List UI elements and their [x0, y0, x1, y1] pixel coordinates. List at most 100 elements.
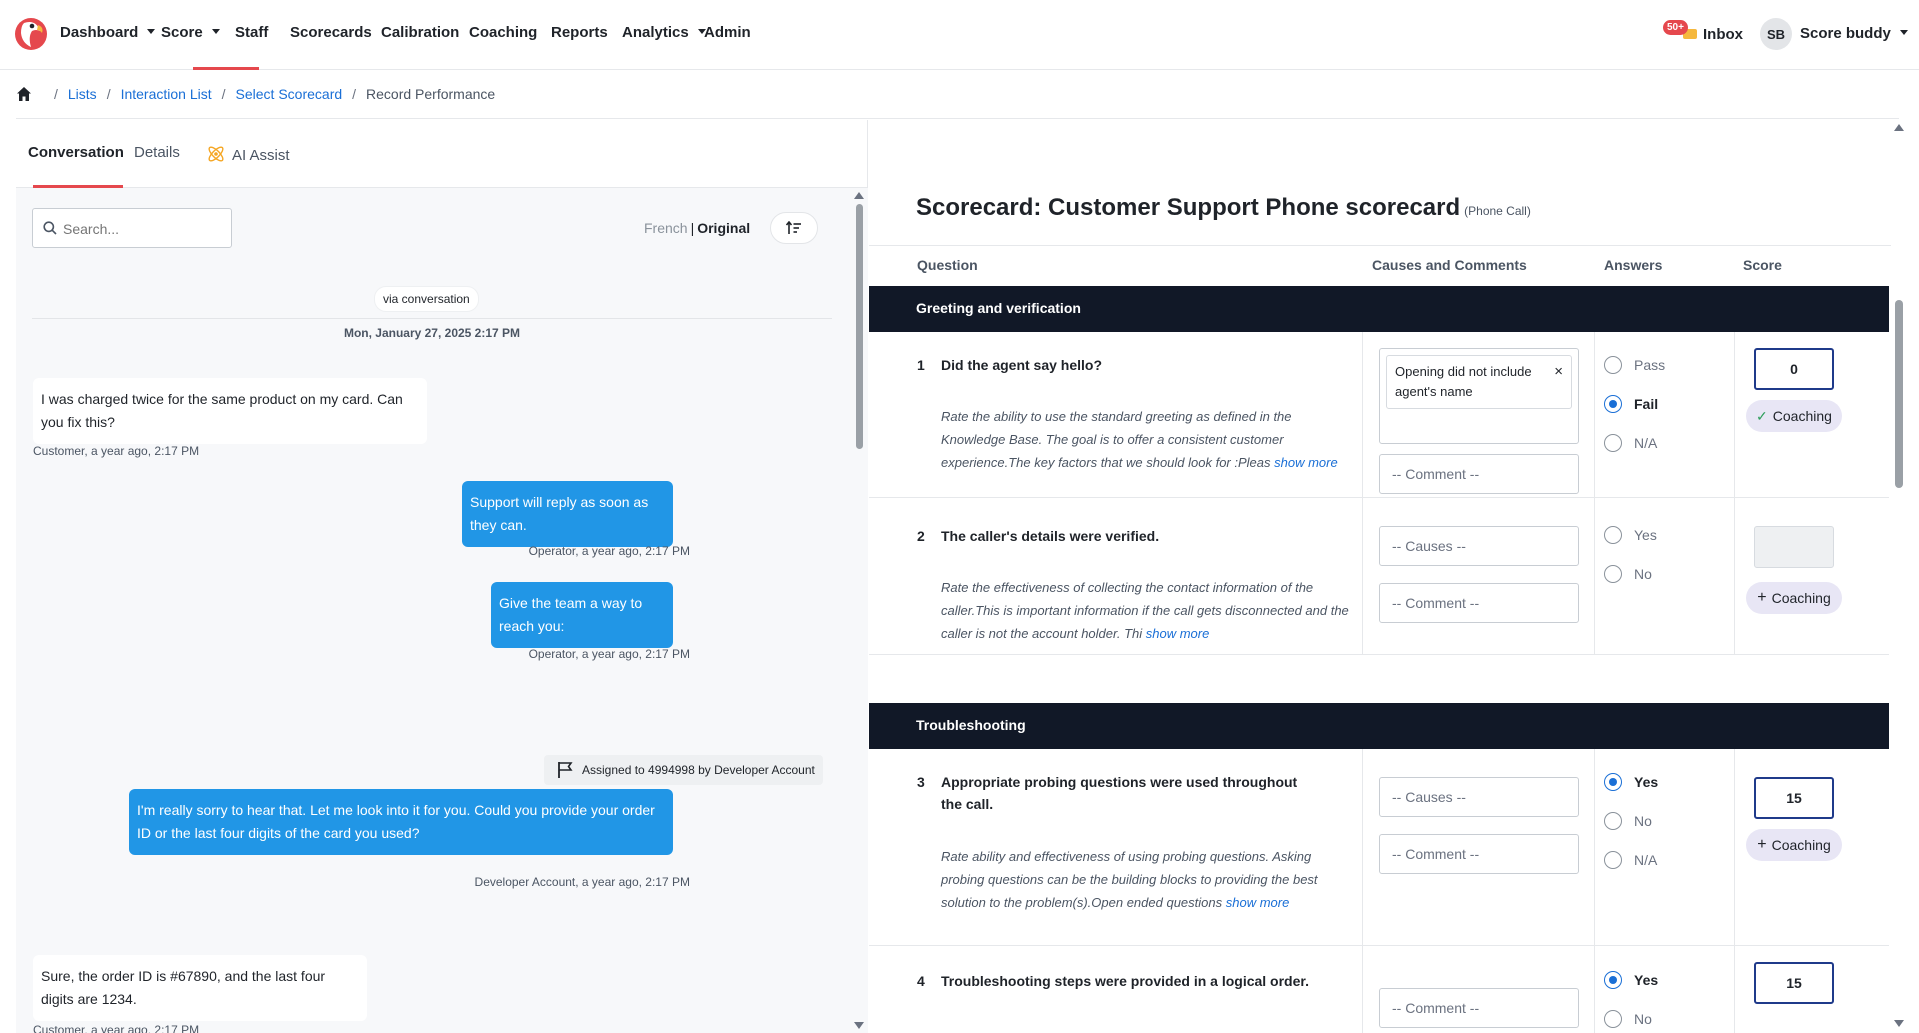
radio-icon[interactable]	[1604, 565, 1622, 583]
avatar[interactable]: SB	[1760, 18, 1792, 50]
column-header-causes: Causes and Comments	[1372, 257, 1527, 273]
radio-icon[interactable]	[1604, 526, 1622, 544]
user-menu[interactable]: Score buddy	[1800, 25, 1908, 42]
sort-icon	[786, 221, 801, 234]
conversation-search[interactable]	[32, 208, 232, 248]
radio-icon[interactable]	[1604, 812, 1622, 830]
nav-active-indicator	[193, 67, 259, 70]
answer-option-fail[interactable]: Fail	[1604, 395, 1658, 413]
nav-reports[interactable]: Reports	[551, 24, 608, 41]
breadcrumb-separator: /	[106, 86, 111, 102]
nav-coaching[interactable]: Coaching	[469, 24, 537, 41]
close-icon[interactable]: ×	[1554, 362, 1563, 382]
answer-option-yes[interactable]: Yes	[1604, 526, 1657, 544]
question-number: 3	[917, 774, 925, 790]
breadcrumb-separator: /	[221, 86, 226, 102]
message-meta: Customer, a year ago, 2:17 PM	[33, 1023, 200, 1033]
add-coaching-button[interactable]: + Coaching	[1746, 582, 1842, 614]
question-row: 3 Appropriate probing questions were use…	[869, 749, 1889, 946]
radio-selected-icon[interactable]	[1604, 395, 1622, 413]
question-text: Did the agent say hello?	[941, 357, 1103, 373]
sort-button[interactable]	[770, 212, 818, 244]
nav-staff[interactable]: Staff	[235, 24, 268, 41]
breadcrumb-separator: /	[54, 86, 58, 102]
nav-score[interactable]: Score	[161, 24, 220, 41]
score-field[interactable]	[1754, 526, 1834, 568]
scroll-up-icon[interactable]	[1894, 124, 1904, 131]
comment-field[interactable]: -- Comment --	[1379, 834, 1579, 874]
nav-scorecards[interactable]: Scorecards	[290, 24, 372, 41]
scorecard-panel: Scorecard: Customer Support Phone scorec…	[869, 120, 1919, 1033]
parrot-logo-icon[interactable]	[14, 17, 48, 51]
score-field[interactable]: 15	[1754, 777, 1834, 819]
question-row: 4 Troubleshooting steps were provided in…	[869, 946, 1889, 1033]
message-operator: I'm really sorry to hear that. Let me lo…	[129, 789, 673, 855]
causes-select[interactable]: -- Causes --	[1379, 777, 1579, 817]
scroll-up-icon[interactable]	[854, 192, 864, 199]
chevron-down-icon	[211, 29, 220, 34]
lang-translated[interactable]: French	[644, 220, 688, 236]
scorecard-scrollbar[interactable]	[1891, 120, 1906, 1033]
breadcrumb-lists[interactable]: Lists	[68, 86, 97, 102]
show-more-link[interactable]: show more	[1274, 455, 1338, 470]
conversation-thread[interactable]: French|Original via conversation Mon, Ja…	[16, 188, 868, 1033]
search-input[interactable]	[63, 217, 223, 241]
coaching-button[interactable]: ✓ Coaching	[1746, 400, 1842, 432]
score-field[interactable]: 15	[1754, 962, 1834, 1004]
language-toggle[interactable]: French | Original	[644, 220, 750, 236]
nav-calibration[interactable]: Calibration	[381, 24, 459, 41]
plus-icon: +	[1757, 589, 1767, 606]
nav-analytics[interactable]: Analytics	[622, 24, 706, 41]
radio-icon[interactable]	[1604, 851, 1622, 869]
radio-icon[interactable]	[1604, 356, 1622, 374]
tab-ai-assist[interactable]: AI Assist	[206, 144, 290, 164]
radio-selected-icon[interactable]	[1604, 773, 1622, 791]
tab-conversation[interactable]: Conversation	[28, 144, 124, 161]
causes-select[interactable]: -- Causes --	[1379, 526, 1579, 566]
nav-dashboard[interactable]: Dashboard	[60, 24, 156, 41]
score-field[interactable]: 0	[1754, 348, 1834, 390]
search-icon	[43, 221, 57, 235]
breadcrumb-select-scorecard[interactable]: Select Scorecard	[236, 86, 343, 102]
message-customer: I was charged twice for the same product…	[33, 378, 427, 444]
scroll-down-icon[interactable]	[854, 1022, 864, 1029]
answer-option-na[interactable]: N/A	[1604, 434, 1657, 452]
scrollbar-thumb[interactable]	[1895, 300, 1903, 488]
message-meta: Operator, a year ago, 2:17 PM	[528, 544, 690, 558]
answer-option-no[interactable]: No	[1604, 812, 1652, 830]
radio-selected-icon[interactable]	[1604, 971, 1622, 989]
answer-option-no[interactable]: No	[1604, 565, 1652, 583]
scrollbar-thumb[interactable]	[856, 204, 863, 449]
conversation-scrollbar[interactable]	[851, 188, 866, 1033]
question-number: 2	[917, 528, 925, 544]
home-icon[interactable]	[16, 86, 32, 102]
breadcrumb-divider	[16, 118, 1899, 119]
message-operator: Give the team a way to reach you:	[491, 582, 673, 648]
divider	[869, 245, 1891, 246]
show-more-link[interactable]: show more	[1226, 895, 1290, 910]
breadcrumb-interaction-list[interactable]: Interaction List	[121, 86, 212, 102]
radio-icon[interactable]	[1604, 1010, 1622, 1028]
lang-original[interactable]: Original	[697, 220, 750, 236]
add-coaching-button[interactable]: + Coaching	[1746, 829, 1842, 861]
radio-icon[interactable]	[1604, 434, 1622, 452]
answer-option-yes[interactable]: Yes	[1604, 773, 1658, 791]
answer-option-pass[interactable]: Pass	[1604, 356, 1665, 374]
nav-admin[interactable]: Admin	[704, 24, 751, 41]
column-header-question: Question	[917, 257, 978, 273]
comment-field[interactable]: -- Comment --	[1379, 988, 1579, 1028]
answer-option-na[interactable]: N/A	[1604, 851, 1657, 869]
section-header: Greeting and verification	[869, 286, 1889, 332]
show-more-link[interactable]: show more	[1146, 626, 1210, 641]
answer-option-no[interactable]: No	[1604, 1010, 1652, 1028]
inbox-label: Inbox	[1703, 26, 1743, 43]
comment-field[interactable]: -- Comment --	[1379, 583, 1579, 623]
question-row: 1 Did the agent say hello? Rate the abil…	[869, 332, 1889, 498]
comment-field[interactable]: -- Comment --	[1379, 454, 1579, 494]
causes-select[interactable]: Opening did not include agent's name ×	[1379, 348, 1579, 444]
tab-details[interactable]: Details	[134, 144, 180, 161]
column-header-score: Score	[1743, 257, 1782, 273]
answer-option-yes[interactable]: Yes	[1604, 971, 1658, 989]
question-text: Troubleshooting steps were provided in a…	[941, 973, 1309, 989]
scroll-down-icon[interactable]	[1894, 1020, 1904, 1027]
